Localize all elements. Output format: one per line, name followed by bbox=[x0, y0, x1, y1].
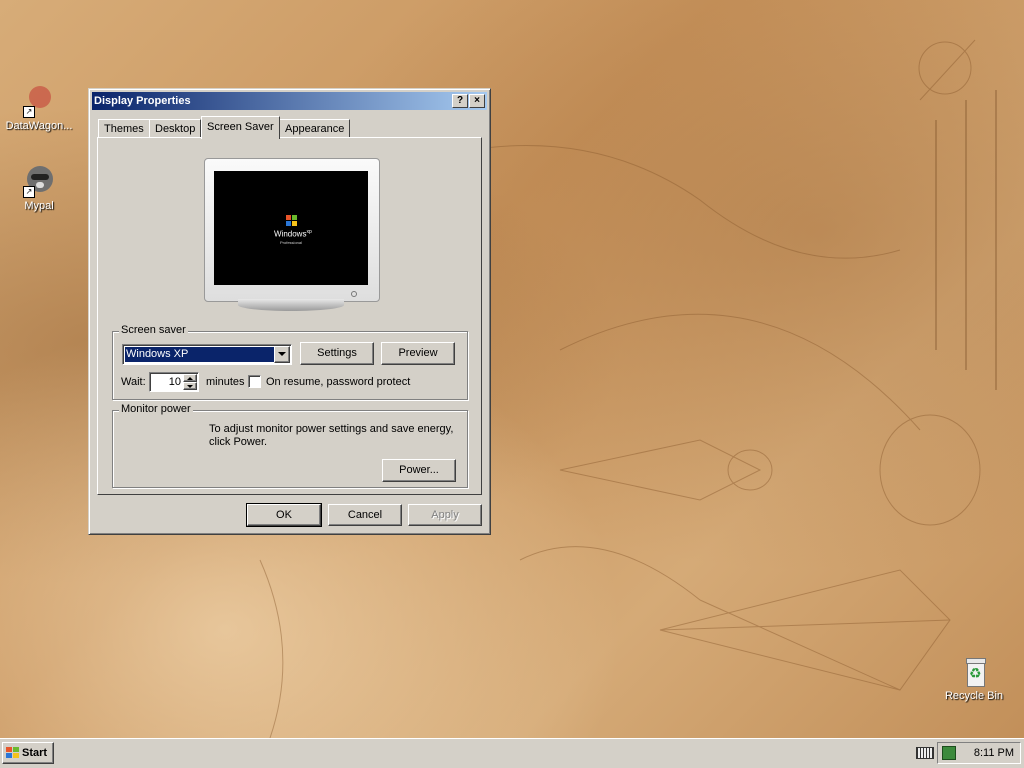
monitor-power-group-label: Monitor power bbox=[119, 403, 193, 415]
tab-label: Screen Saver bbox=[207, 121, 274, 133]
tab-appearance[interactable]: Appearance bbox=[279, 119, 351, 138]
password-protect-label: On resume, password protect bbox=[266, 376, 411, 388]
tab-label: Appearance bbox=[285, 123, 345, 135]
cancel-button[interactable]: Cancel bbox=[328, 504, 402, 526]
preview-logo-text: Windows bbox=[274, 229, 307, 239]
clock[interactable]: 8:11 PM bbox=[974, 747, 1014, 759]
recycle-bin-icon: ♻ bbox=[958, 656, 990, 688]
ok-button-label: OK bbox=[276, 509, 292, 521]
monitor-power-led bbox=[351, 291, 357, 297]
screen-saver-select[interactable]: Windows XP bbox=[122, 344, 292, 365]
monitor-screen: Windowsxp Professional bbox=[214, 171, 368, 285]
desktop-icon-label: Mypal bbox=[24, 200, 54, 212]
minutes-label: minutes bbox=[206, 376, 245, 388]
screen-saver-group: Screen saver Windows XP Settings Preview… bbox=[112, 324, 468, 400]
screen-saver-select-value: Windows XP bbox=[125, 347, 274, 362]
window-title: Display Properties bbox=[94, 95, 191, 107]
power-button-label: Power... bbox=[399, 464, 439, 476]
preview-logo-sup: xp bbox=[306, 229, 312, 235]
desktop-icon-label: DataWagon... bbox=[5, 120, 73, 132]
spin-down-button[interactable] bbox=[183, 382, 197, 390]
help-button[interactable]: ? bbox=[452, 94, 468, 108]
screen-saver-group-label: Screen saver bbox=[119, 324, 188, 336]
mypal-shortcut-icon: ↗ bbox=[23, 166, 55, 198]
settings-button-label: Settings bbox=[317, 347, 357, 359]
tab-label: Themes bbox=[104, 123, 144, 135]
chevron-up-icon bbox=[187, 377, 193, 380]
cancel-button-label: Cancel bbox=[347, 509, 383, 521]
monitor-bezel: Windowsxp Professional bbox=[204, 158, 380, 302]
settings-button[interactable]: Settings bbox=[300, 342, 374, 365]
password-protect-checkbox[interactable] bbox=[248, 375, 261, 388]
desktop-icon-datawagon[interactable]: ↗ DataWagon... bbox=[0, 86, 78, 132]
start-button[interactable]: Start bbox=[2, 742, 54, 764]
preview-button[interactable]: Preview bbox=[381, 342, 455, 365]
desktop-icon-label: Recycle Bin bbox=[944, 690, 1004, 702]
ok-button[interactable]: OK bbox=[246, 503, 322, 527]
windows-flag-icon bbox=[6, 747, 19, 759]
apply-button-label: Apply bbox=[431, 509, 459, 521]
monitor-power-group: Monitor power To adjust monitor power se… bbox=[112, 403, 468, 488]
chevron-down-icon bbox=[278, 352, 286, 356]
network-icon[interactable] bbox=[942, 746, 956, 760]
monitor-stand bbox=[238, 299, 344, 311]
wait-minutes-value: 10 bbox=[168, 376, 181, 388]
monitor-power-description: To adjust monitor power settings and sav… bbox=[209, 423, 454, 448]
close-icon: × bbox=[474, 95, 480, 106]
desktop-icon-recycle-bin[interactable]: ♻ Recycle Bin bbox=[935, 656, 1013, 702]
spin-up-button[interactable] bbox=[183, 374, 197, 382]
tab-panel: Windowsxp Professional Screen saver Wind… bbox=[97, 137, 482, 495]
tab-label: Desktop bbox=[155, 123, 196, 135]
title-bar[interactable]: Display Properties ? × bbox=[92, 92, 487, 110]
system-tray: 8:11 PM bbox=[937, 742, 1021, 764]
help-icon: ? bbox=[456, 95, 464, 106]
dropdown-button[interactable] bbox=[274, 346, 290, 363]
desktop-icon-mypal[interactable]: ↗ Mypal bbox=[0, 166, 78, 212]
power-button[interactable]: Power... bbox=[382, 459, 456, 482]
tab-desktop[interactable]: Desktop bbox=[149, 119, 202, 138]
chevron-down-icon bbox=[187, 385, 193, 388]
preview-button-label: Preview bbox=[398, 347, 438, 359]
preview-logo-edition: Professional bbox=[280, 240, 303, 245]
monitor-preview: Windowsxp Professional bbox=[204, 158, 380, 311]
wait-minutes-stepper[interactable]: 10 bbox=[149, 372, 199, 392]
windows-logo bbox=[280, 215, 302, 229]
apply-button: Apply bbox=[408, 504, 482, 526]
datawagon-shortcut-icon: ↗ bbox=[23, 86, 55, 118]
start-label: Start bbox=[22, 747, 48, 759]
keyboard-icon[interactable] bbox=[916, 747, 934, 759]
taskbar: Start 8:11 PM bbox=[0, 738, 1024, 768]
display-properties-window: Display Properties ? × Themes Desktop Sc… bbox=[88, 88, 491, 535]
wait-label: Wait: bbox=[121, 376, 146, 388]
tab-themes[interactable]: Themes bbox=[98, 119, 150, 138]
close-button[interactable]: × bbox=[469, 94, 485, 108]
tab-screen-saver[interactable]: Screen Saver bbox=[201, 116, 280, 139]
